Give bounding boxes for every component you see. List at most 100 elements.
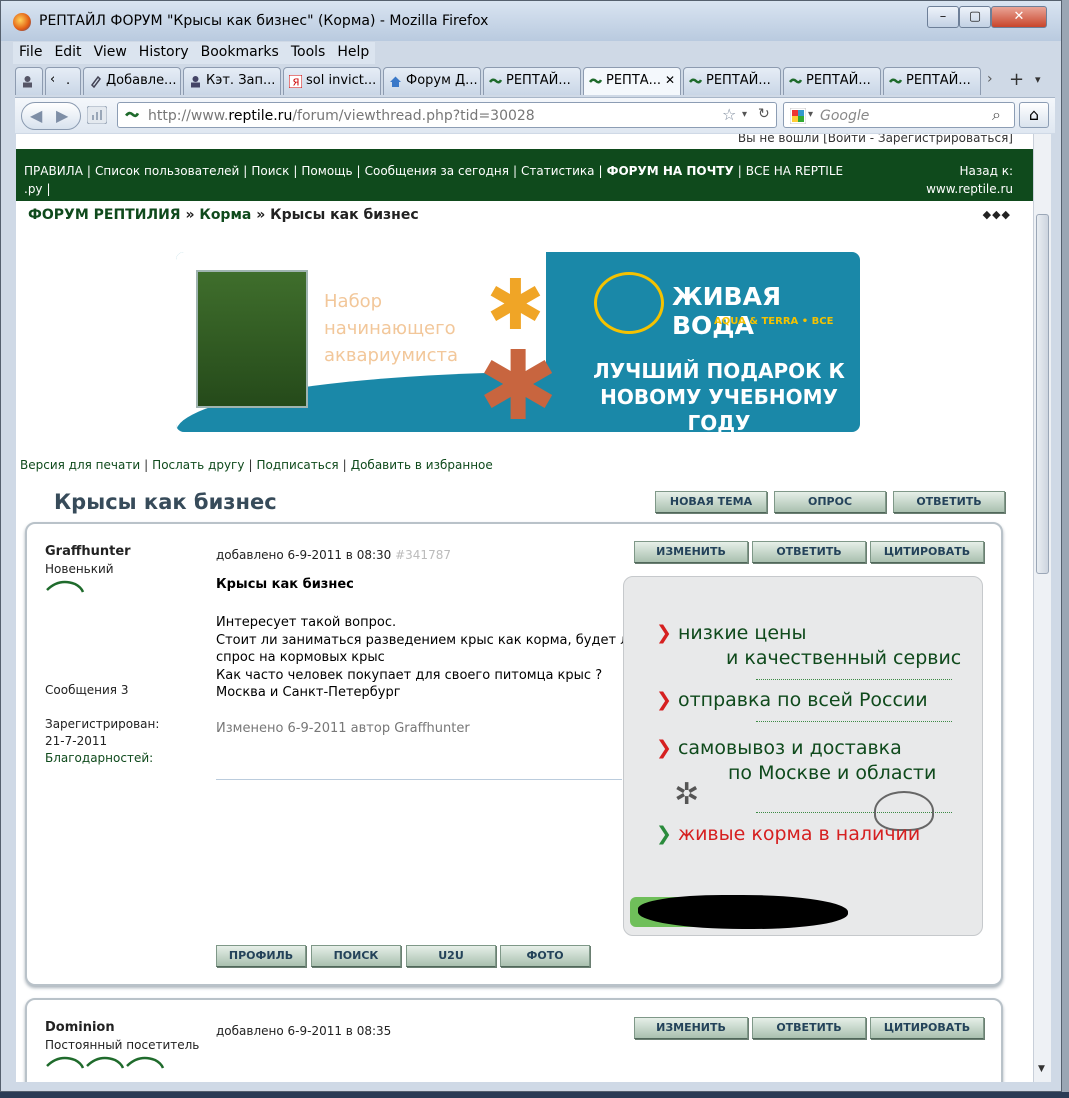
maple-leaf-icon: ✱	[478, 330, 559, 432]
banner-line: начинающего	[324, 318, 456, 339]
dropdown-icon[interactable]: ▾	[742, 109, 747, 120]
maximize-button[interactable]: ▢	[959, 6, 991, 28]
new-tab-icon[interactable]: +	[1009, 69, 1024, 90]
add-favorites-link[interactable]: Добавить в избранное	[351, 458, 493, 472]
tab-9[interactable]: РЕПТАЙ...	[883, 67, 981, 95]
subscribe-link[interactable]: Подписаться	[257, 458, 339, 472]
menu-tools[interactable]: Tools	[285, 42, 332, 64]
home-button[interactable]: ⌂	[1019, 102, 1049, 128]
menu-history[interactable]: History	[133, 42, 195, 64]
ad-banner[interactable]: Набор начинающего аквариумиста ✱ ✱ ЖИВАЯ…	[176, 252, 860, 432]
close-button[interactable]: ✕	[991, 6, 1047, 28]
breadcrumb-section[interactable]: Корма	[199, 207, 251, 223]
profile-button[interactable]: ПРОФИЛЬ	[216, 945, 306, 967]
nav-users[interactable]: Список пользователей	[95, 164, 239, 178]
reply-button[interactable]: ОТВЕТИТЬ	[752, 1017, 866, 1039]
post-date-text: добавлено 6-9-2011 в 08:30	[216, 548, 392, 562]
nav-back-site[interactable]: www.reptile.ru	[926, 180, 1013, 198]
tab-scroll-right-icon[interactable]: ›	[987, 71, 993, 87]
title-bar: РЕПТАЙЛ ФОРУМ "Крысы как бизнес" (Корма)…	[1, 1, 1061, 41]
nav-today[interactable]: Сообщения за сегодня	[365, 164, 509, 178]
yandex-icon: Я	[289, 75, 302, 88]
scroll-down-arrows-icon[interactable]: ◆◆◆	[983, 208, 1011, 221]
insect-icon: ✲	[674, 777, 700, 812]
quote-button[interactable]: ЦИТИРОВАТЬ	[870, 541, 984, 563]
tab-5[interactable]: РЕПТАЙ...	[483, 67, 581, 95]
home-icon: ⌂	[1028, 105, 1040, 124]
tab-list-icon[interactable]: ▾	[1035, 73, 1041, 86]
forward-arrow-icon[interactable]: ▶	[56, 106, 68, 125]
post-username[interactable]: Graffhunter	[45, 544, 131, 559]
print-version-link[interactable]: Версия для печати	[20, 458, 140, 472]
send-friend-link[interactable]: Послать другу	[152, 458, 244, 472]
nav-help[interactable]: Помощь	[301, 164, 352, 178]
u2u-button[interactable]: U2U	[406, 945, 496, 967]
menu-edit[interactable]: Edit	[48, 42, 87, 64]
menu-file[interactable]: File	[13, 42, 48, 64]
ad-text: живые корма в наличии	[677, 823, 921, 845]
tab-0[interactable]: ‹ .	[45, 67, 81, 95]
search-icon[interactable]: ⌕	[992, 105, 1001, 125]
scrollbar-thumb[interactable]	[1036, 214, 1049, 574]
menu-help[interactable]: Help	[331, 42, 375, 64]
reload-icon[interactable]: ↻	[758, 106, 770, 122]
search-engine-dropdown-icon[interactable]: ▾	[808, 109, 813, 120]
edit-button[interactable]: ИЗМЕНИТЬ	[634, 1017, 748, 1039]
nav-search[interactable]: Поиск	[251, 164, 289, 178]
lizard-icon	[889, 78, 902, 84]
post-user-rank: Новенький	[45, 562, 114, 576]
quote-button[interactable]: ЦИТИРОВАТЬ	[870, 1017, 984, 1039]
breadcrumb-root[interactable]: ФОРУМ РЕПТИЛИЯ	[28, 207, 181, 223]
page-content: Вы не вошли [Войти - Зарегистрироваться]…	[16, 134, 1033, 1082]
bookmark-star-icon[interactable]: ☆	[722, 105, 736, 124]
post-edited: Изменено 6-9-2011 автор Graffhunter	[216, 721, 470, 736]
minimize-button[interactable]: –	[927, 6, 959, 28]
login-status[interactable]: Вы не вошли [Войти - Зарегистрироваться]	[738, 134, 1013, 145]
side-advert[interactable]: ❯ низкие цены и качественный сервис ❯ от…	[623, 576, 983, 936]
url-bar[interactable]: http://www.reptile.ru/forum/viewthread.p…	[117, 102, 777, 128]
nav-stats[interactable]: Статистика	[521, 164, 595, 178]
ad-divider	[756, 721, 952, 722]
thread-actions: Версия для печати | Послать другу | Подписат…	[20, 458, 493, 472]
nav-rules[interactable]: ПРАВИЛА	[24, 164, 83, 178]
ad-text: самовывоз и доставка	[677, 737, 902, 759]
tab-4[interactable]: Форум Д...	[383, 67, 481, 95]
poll-button[interactable]: ОПРОС	[774, 491, 886, 513]
tab-pinned[interactable]	[15, 67, 43, 95]
tab-3[interactable]: Я sol invict...	[283, 67, 381, 95]
nav-mail[interactable]: ФОРУМ НА ПОЧТУ	[607, 164, 734, 178]
scroll-down-icon[interactable]: ▼	[1038, 1064, 1045, 1074]
post-body-line: Стоит ли заниматься разведением крыс как…	[216, 632, 637, 648]
reply-button[interactable]: ОТВЕТИТЬ	[893, 491, 1005, 513]
back-forward-buttons: ◀ ▶	[21, 102, 81, 130]
menu-view[interactable]: View	[88, 42, 133, 64]
post-body-line: Как часто человек покупает для своего пи…	[216, 667, 603, 683]
menu-bookmarks[interactable]: Bookmarks	[195, 42, 285, 64]
tab-label: РЕПТА...	[606, 73, 662, 88]
search-placeholder: Google	[820, 108, 870, 124]
browser-window: РЕПТАЙЛ ФОРУМ "Крысы как бизнес" (Корма)…	[0, 0, 1062, 1092]
tab-close-icon[interactable]: ✕	[665, 73, 675, 87]
reply-button[interactable]: ОТВЕТИТЬ	[752, 541, 866, 563]
edit-button[interactable]: ИЗМЕНИТЬ	[634, 541, 748, 563]
photo-button[interactable]: ФОТО	[500, 945, 590, 967]
menu-bar: File Edit View History Bookmarks Tools H…	[13, 42, 376, 64]
post-user-messages: Сообщения 3	[45, 683, 129, 697]
back-arrow-icon[interactable]: ◀	[30, 106, 42, 125]
post-username[interactable]: Dominion	[45, 1020, 115, 1035]
ad-text: низкие цены	[677, 622, 807, 644]
search-bar[interactable]: ▾ Google ⌕	[783, 102, 1015, 128]
tab-label: РЕПТАЙ...	[506, 73, 571, 88]
tab-8[interactable]: РЕПТАЙ...	[783, 67, 881, 95]
vertical-scrollbar[interactable]: ▼	[1033, 134, 1051, 1082]
tab-2[interactable]: Кэт. Зап...	[183, 67, 281, 95]
ad-line: ❯ живые корма в наличии	[656, 823, 921, 845]
post-id[interactable]: #341787	[395, 548, 451, 562]
tab-6-active[interactable]: РЕПТА... ✕	[583, 67, 681, 95]
search-button[interactable]: ПОИСК	[311, 945, 401, 967]
feed-icon[interactable]	[87, 106, 107, 124]
ad-line: и качественный сервис	[726, 647, 962, 669]
new-topic-button[interactable]: НОВАЯ ТЕМА	[655, 491, 767, 513]
tab-7[interactable]: РЕПТАЙ...	[683, 67, 781, 95]
tab-1[interactable]: Добавле...	[83, 67, 181, 95]
